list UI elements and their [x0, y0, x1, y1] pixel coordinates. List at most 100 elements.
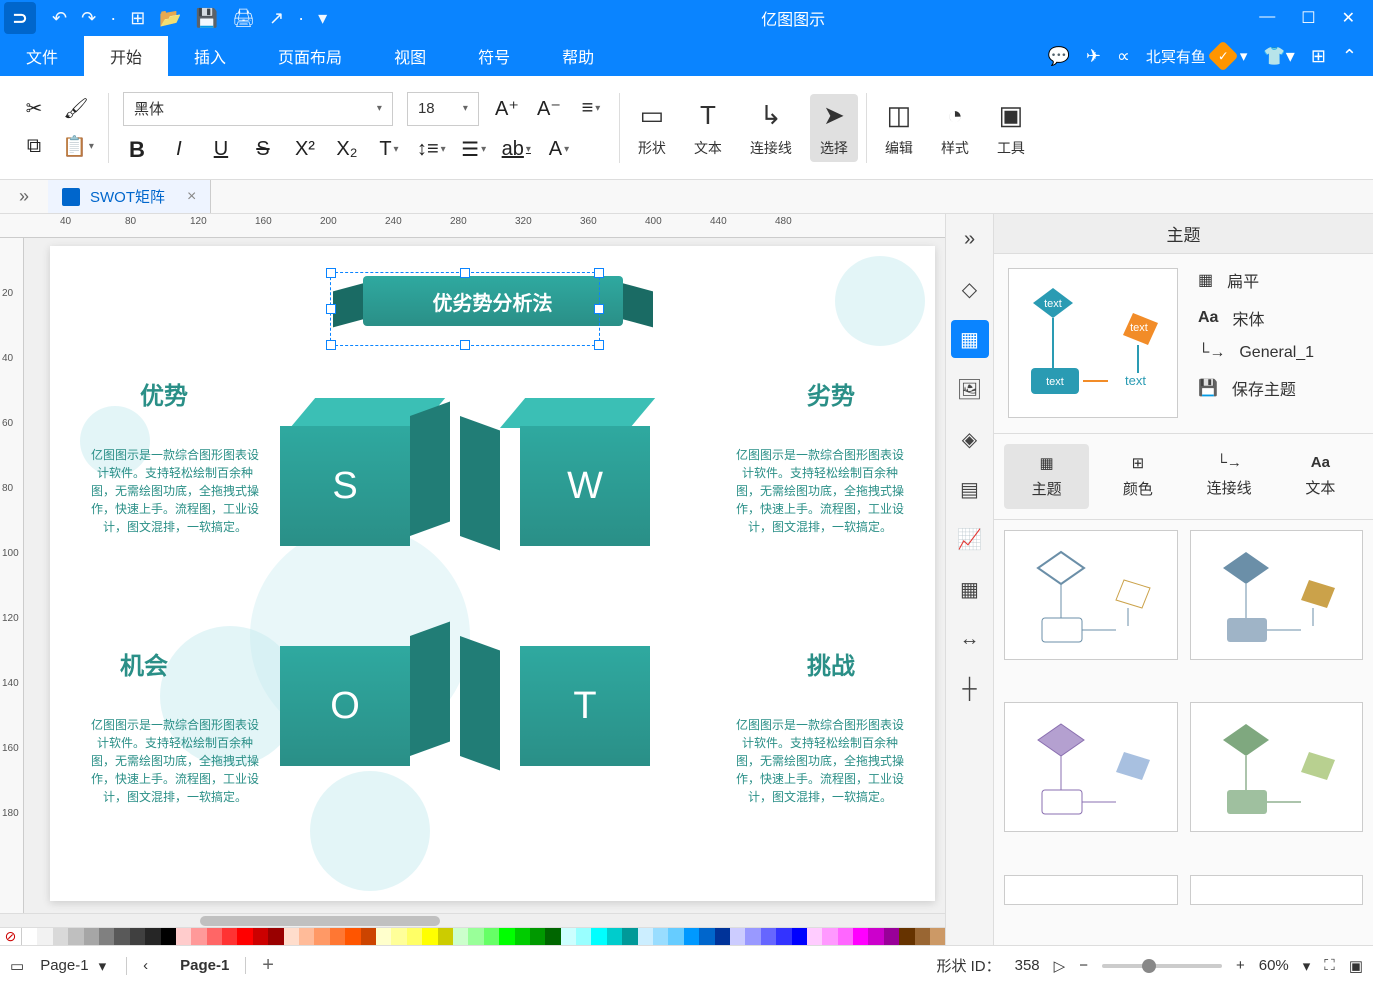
color-swatch[interactable] — [207, 928, 222, 945]
cube-w[interactable]: W — [490, 406, 650, 566]
select-tool[interactable]: ➤选择 — [810, 94, 858, 162]
menu-file[interactable]: 文件 — [0, 36, 84, 76]
canvas[interactable]: 优劣势分析法 优势 劣势 机会 挑战 亿图图示是一款综合图形图表设计软件。支持轻… — [24, 238, 945, 913]
user-account[interactable]: 北冥有鱼 ▾ — [1146, 45, 1248, 67]
desc-s[interactable]: 亿图图示是一款综合图形图表设计软件。支持轻松绘制百余种图，无需绘图功底，全拖拽式… — [90, 446, 260, 536]
tools-tool[interactable]: ▣工具 — [987, 94, 1035, 162]
zoom-value[interactable]: 60% — [1259, 957, 1289, 974]
zoom-slider[interactable] — [1102, 964, 1222, 968]
menu-home[interactable]: 开始 — [84, 36, 168, 76]
color-swatch[interactable] — [176, 928, 191, 945]
label-strengths[interactable]: 优势 — [140, 376, 188, 411]
cat-text[interactable]: Aa文本 — [1278, 444, 1363, 509]
color-swatch[interactable] — [114, 928, 129, 945]
zoom-out-icon[interactable]: − — [1079, 957, 1088, 974]
menu-insert[interactable]: 插入 — [168, 36, 252, 76]
redo-icon[interactable]: ↷ — [81, 8, 96, 29]
color-swatch[interactable] — [330, 928, 345, 945]
color-swatch[interactable] — [99, 928, 114, 945]
color-swatch[interactable] — [145, 928, 160, 945]
color-swatch[interactable] — [438, 928, 453, 945]
menu-symbol[interactable]: 符号 — [452, 36, 536, 76]
font-family-combo[interactable]: 黑体▾ — [123, 92, 393, 126]
color-swatch[interactable] — [638, 928, 653, 945]
menu-help[interactable]: 帮助 — [536, 36, 620, 76]
share-icon[interactable]: ∝ — [1117, 46, 1130, 67]
edit-tool[interactable]: ◫编辑 — [875, 94, 923, 162]
zoom-in-icon[interactable]: + — [1236, 957, 1245, 974]
minimize-button[interactable]: — — [1259, 8, 1275, 28]
add-page-icon[interactable]: + — [262, 954, 274, 977]
color-swatch[interactable] — [884, 928, 899, 945]
crosshair-icon[interactable]: ┼ — [951, 670, 989, 708]
color-swatch[interactable] — [191, 928, 206, 945]
cat-color[interactable]: ⊞颜色 — [1095, 444, 1180, 509]
color-swatch[interactable] — [299, 928, 314, 945]
maximize-button[interactable]: ☐ — [1301, 8, 1315, 28]
color-swatch[interactable] — [730, 928, 745, 945]
close-tab-icon[interactable]: × — [187, 188, 196, 206]
save-theme-row[interactable]: 💾保存主题 — [1198, 376, 1314, 400]
prev-page-icon[interactable]: ‹ — [143, 957, 148, 974]
fit-page-icon[interactable]: ⛶ — [1324, 957, 1335, 974]
shape-tool[interactable]: ▭形状 — [628, 94, 676, 162]
chart-icon[interactable]: 📈 — [951, 520, 989, 558]
color-swatch[interactable] — [68, 928, 83, 945]
close-button[interactable]: ✕ — [1342, 8, 1355, 28]
color-swatch[interactable] — [576, 928, 591, 945]
font-row[interactable]: Aa宋体 — [1198, 306, 1314, 330]
color-swatch[interactable] — [530, 928, 545, 945]
dimension-icon[interactable]: ↔ — [951, 620, 989, 658]
color-swatch[interactable] — [745, 928, 760, 945]
menu-page-layout[interactable]: 页面布局 — [252, 36, 368, 76]
color-swatch[interactable] — [361, 928, 376, 945]
color-swatch[interactable] — [468, 928, 483, 945]
color-swatch[interactable] — [84, 928, 99, 945]
line-spacing-icon[interactable]: ↕≡▾ — [417, 136, 446, 164]
fill-icon[interactable]: ◇ — [951, 270, 989, 308]
collapse-ribbon-icon[interactable]: ⌃ — [1342, 46, 1357, 67]
color-swatch[interactable] — [715, 928, 730, 945]
color-swatch[interactable] — [253, 928, 268, 945]
strike-button[interactable]: S — [249, 136, 277, 164]
theme-item[interactable] — [1004, 875, 1178, 905]
label-opportunities[interactable]: 机会 — [120, 646, 168, 681]
table-icon[interactable]: ▦ — [951, 570, 989, 608]
theme-item[interactable] — [1004, 530, 1178, 660]
label-threats[interactable]: 挑战 — [807, 646, 855, 681]
color-swatch[interactable] — [561, 928, 576, 945]
copy-icon[interactable]: ⧉ — [20, 133, 48, 161]
color-swatch[interactable] — [684, 928, 699, 945]
color-swatch[interactable] — [591, 928, 606, 945]
apps-icon[interactable]: ⊞ — [1311, 46, 1326, 67]
theme-item[interactable] — [1190, 530, 1364, 660]
superscript-button[interactable]: X² — [291, 136, 319, 164]
color-swatch[interactable] — [284, 928, 299, 945]
color-swatch[interactable] — [930, 928, 945, 945]
color-swatch[interactable] — [761, 928, 776, 945]
color-swatch[interactable] — [453, 928, 468, 945]
qat-more-icon[interactable]: ▾ — [318, 8, 327, 29]
theme-item[interactable] — [1190, 702, 1364, 832]
color-swatch[interactable] — [222, 928, 237, 945]
color-swatch[interactable] — [22, 928, 37, 945]
color-swatch[interactable] — [161, 928, 176, 945]
color-swatch[interactable] — [515, 928, 530, 945]
image-icon[interactable]: 🖼 — [951, 370, 989, 408]
layout-icon[interactable]: ▭ — [10, 957, 24, 975]
cube-s[interactable]: S — [280, 406, 440, 566]
paste-icon[interactable]: 📋▾ — [62, 133, 94, 161]
color-swatch[interactable] — [268, 928, 283, 945]
cube-o[interactable]: O — [280, 626, 440, 786]
underline-button[interactable]: U — [207, 136, 235, 164]
themes-icon[interactable]: ▦ — [951, 320, 989, 358]
color-swatch[interactable] — [499, 928, 514, 945]
align-icon[interactable]: ≡▾ — [577, 95, 605, 123]
color-swatch[interactable] — [622, 928, 637, 945]
color-swatch[interactable] — [345, 928, 360, 945]
export-icon[interactable]: ↗ — [269, 8, 284, 29]
color-swatch[interactable] — [237, 928, 252, 945]
cut-icon[interactable]: ✂ — [20, 95, 48, 123]
format-painter-icon[interactable]: 🖌 — [62, 95, 90, 123]
color-swatch[interactable] — [699, 928, 714, 945]
